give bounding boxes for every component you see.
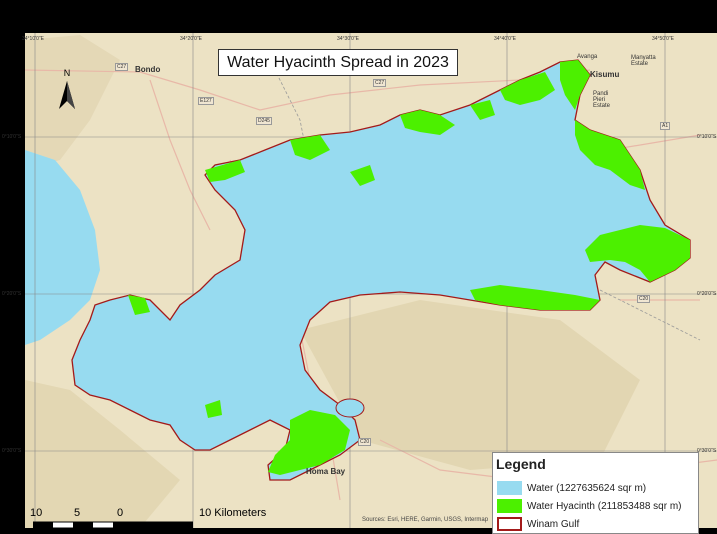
graticule-right-label: 0°30'0"S bbox=[697, 448, 717, 454]
place-homa-bay: Homa Bay bbox=[306, 467, 346, 476]
north-arrow-icon: N bbox=[59, 68, 75, 109]
scale-bar bbox=[33, 521, 193, 528]
graticule-top-label: 34°50'0"E bbox=[652, 36, 674, 42]
graticule-left-label: 0°30'0"S bbox=[2, 448, 22, 454]
legend-title: Legend bbox=[496, 456, 546, 472]
legend-item-gulf: Winam Gulf bbox=[497, 515, 579, 533]
graticule-top-label: 34°40'0"E bbox=[494, 36, 516, 42]
place-pandi: Pandi Pieri Estate bbox=[593, 91, 611, 109]
place-bondo: Bondo bbox=[135, 65, 161, 74]
water-swatch bbox=[497, 481, 522, 495]
road-label: A1 bbox=[660, 122, 671, 130]
legend-item-water: Water (1227635624 sqr m) bbox=[497, 479, 646, 497]
graticule-top-label: 34°30'0"E bbox=[337, 36, 359, 42]
road-label: D245 bbox=[256, 117, 272, 125]
road-label: C20 bbox=[358, 438, 372, 446]
north-label: N bbox=[64, 68, 71, 78]
map-title: Water Hyacinth Spread in 2023 bbox=[218, 49, 458, 76]
map-frame: N Bondo Kisumu Avanga Manyatta Estate Pa… bbox=[0, 0, 717, 534]
road-label: C20 bbox=[637, 295, 651, 303]
attribution-text: Sources: Esri, HERE, Garmin, USGS, Inter… bbox=[362, 517, 489, 523]
graticule-left-label: 0°10'0"S bbox=[2, 134, 22, 140]
legend-label-hyacinth: Water Hyacinth (211853488 sqr m) bbox=[527, 500, 682, 512]
place-manyatta: Manyatta Estate bbox=[631, 55, 656, 67]
place-avanga: Avanga bbox=[577, 54, 598, 60]
scale-tick-label: 10 Kilometers bbox=[199, 507, 267, 519]
place-kisumu: Kisumu bbox=[590, 70, 620, 79]
road-label: C27 bbox=[373, 79, 387, 87]
legend-item-hyacinth: Water Hyacinth (211853488 sqr m) bbox=[497, 497, 682, 515]
graticule-top-label: 34°10'0"E bbox=[22, 36, 44, 42]
scale-tick-label: 10 bbox=[30, 507, 43, 519]
graticule-right-label: 0°20'0"S bbox=[697, 291, 717, 297]
homa-bay-inlet bbox=[335, 398, 365, 418]
graticule-top-label: 34°20'0"E bbox=[180, 36, 202, 42]
road-label: E127 bbox=[198, 97, 214, 105]
legend-box: Legend Water (1227635624 sqr m) Water Hy… bbox=[492, 452, 699, 534]
gulf-swatch bbox=[497, 517, 522, 531]
graticule-left-label: 0°20'0"S bbox=[2, 291, 22, 297]
road-label: C27 bbox=[115, 63, 129, 71]
scale-tick-label: 5 bbox=[74, 507, 81, 519]
legend-label-water: Water (1227635624 sqr m) bbox=[527, 482, 647, 494]
scale-tick-label: 0 bbox=[117, 507, 124, 519]
hyacinth-swatch bbox=[497, 499, 522, 513]
graticule-right-label: 0°10'0"S bbox=[697, 134, 717, 140]
